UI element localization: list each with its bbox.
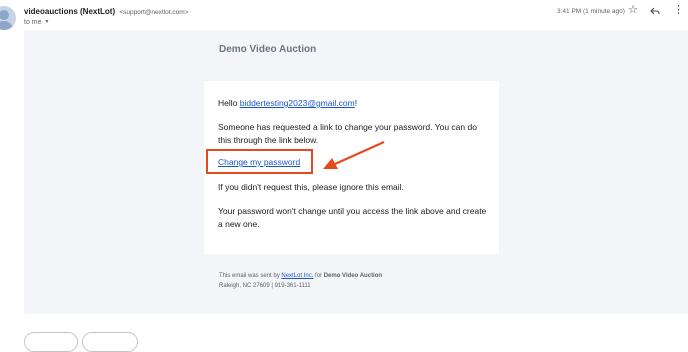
ignore-paragraph: If you didn't request this, please ignor… <box>218 182 404 192</box>
sender-email: <support@nextlot.com> <box>119 9 189 16</box>
greeting: Hello biddertesting2023@gmail.com! <box>218 97 488 110</box>
footer-address: Raleigh, NC 27609 | 919-361-1111 <box>219 283 311 289</box>
sender-name[interactable]: videoauctions (NextLot) <box>24 7 115 16</box>
brand-title: Demo Video Auction <box>219 44 317 55</box>
footer-brand: Demo Video Auction <box>323 273 383 279</box>
email-body: Demo Video Auction Hello biddertesting20… <box>24 30 688 314</box>
sender-avatar[interactable] <box>0 6 16 30</box>
avatar-head-shape <box>0 10 9 20</box>
change-password-wrapper: Change my password <box>218 156 300 169</box>
chevron-down-icon[interactable]: ▼ <box>45 19 50 25</box>
footer-sent-by: This email was sent by NextLot Inc. for … <box>219 273 382 279</box>
forward-action-button[interactable] <box>82 332 138 352</box>
reply-icon[interactable] <box>650 6 660 16</box>
footer-mid: for <box>313 273 324 279</box>
password-unchanged-paragraph: Your password won't change until you acc… <box>218 206 487 229</box>
greeting-suffix: ! <box>354 98 358 108</box>
arrow-annotation <box>323 140 385 169</box>
more-vert-icon[interactable]: ⋮ <box>673 5 684 16</box>
avatar-body-shape <box>0 21 13 30</box>
sender-line: videoauctions (NextLot) <support@nextlot… <box>24 7 188 16</box>
reply-action-button[interactable] <box>24 332 78 352</box>
change-password-link[interactable]: Change my password <box>218 157 300 167</box>
timestamp: 3:41 PM (1 minute ago) <box>557 8 625 15</box>
star-icon[interactable]: ☆ <box>628 5 638 16</box>
recipient-details[interactable]: to me ▼ <box>24 19 49 26</box>
recipient-label: to me <box>24 19 42 26</box>
message-card: Hello biddertesting2023@gmail.com! Someo… <box>204 81 499 254</box>
footer-prefix: This email was sent by <box>219 273 282 279</box>
footer-company-link[interactable]: NextLot Inc. <box>281 273 313 279</box>
greeting-email-link[interactable]: biddertesting2023@gmail.com <box>240 98 355 108</box>
greeting-prefix: Hello <box>218 98 240 108</box>
